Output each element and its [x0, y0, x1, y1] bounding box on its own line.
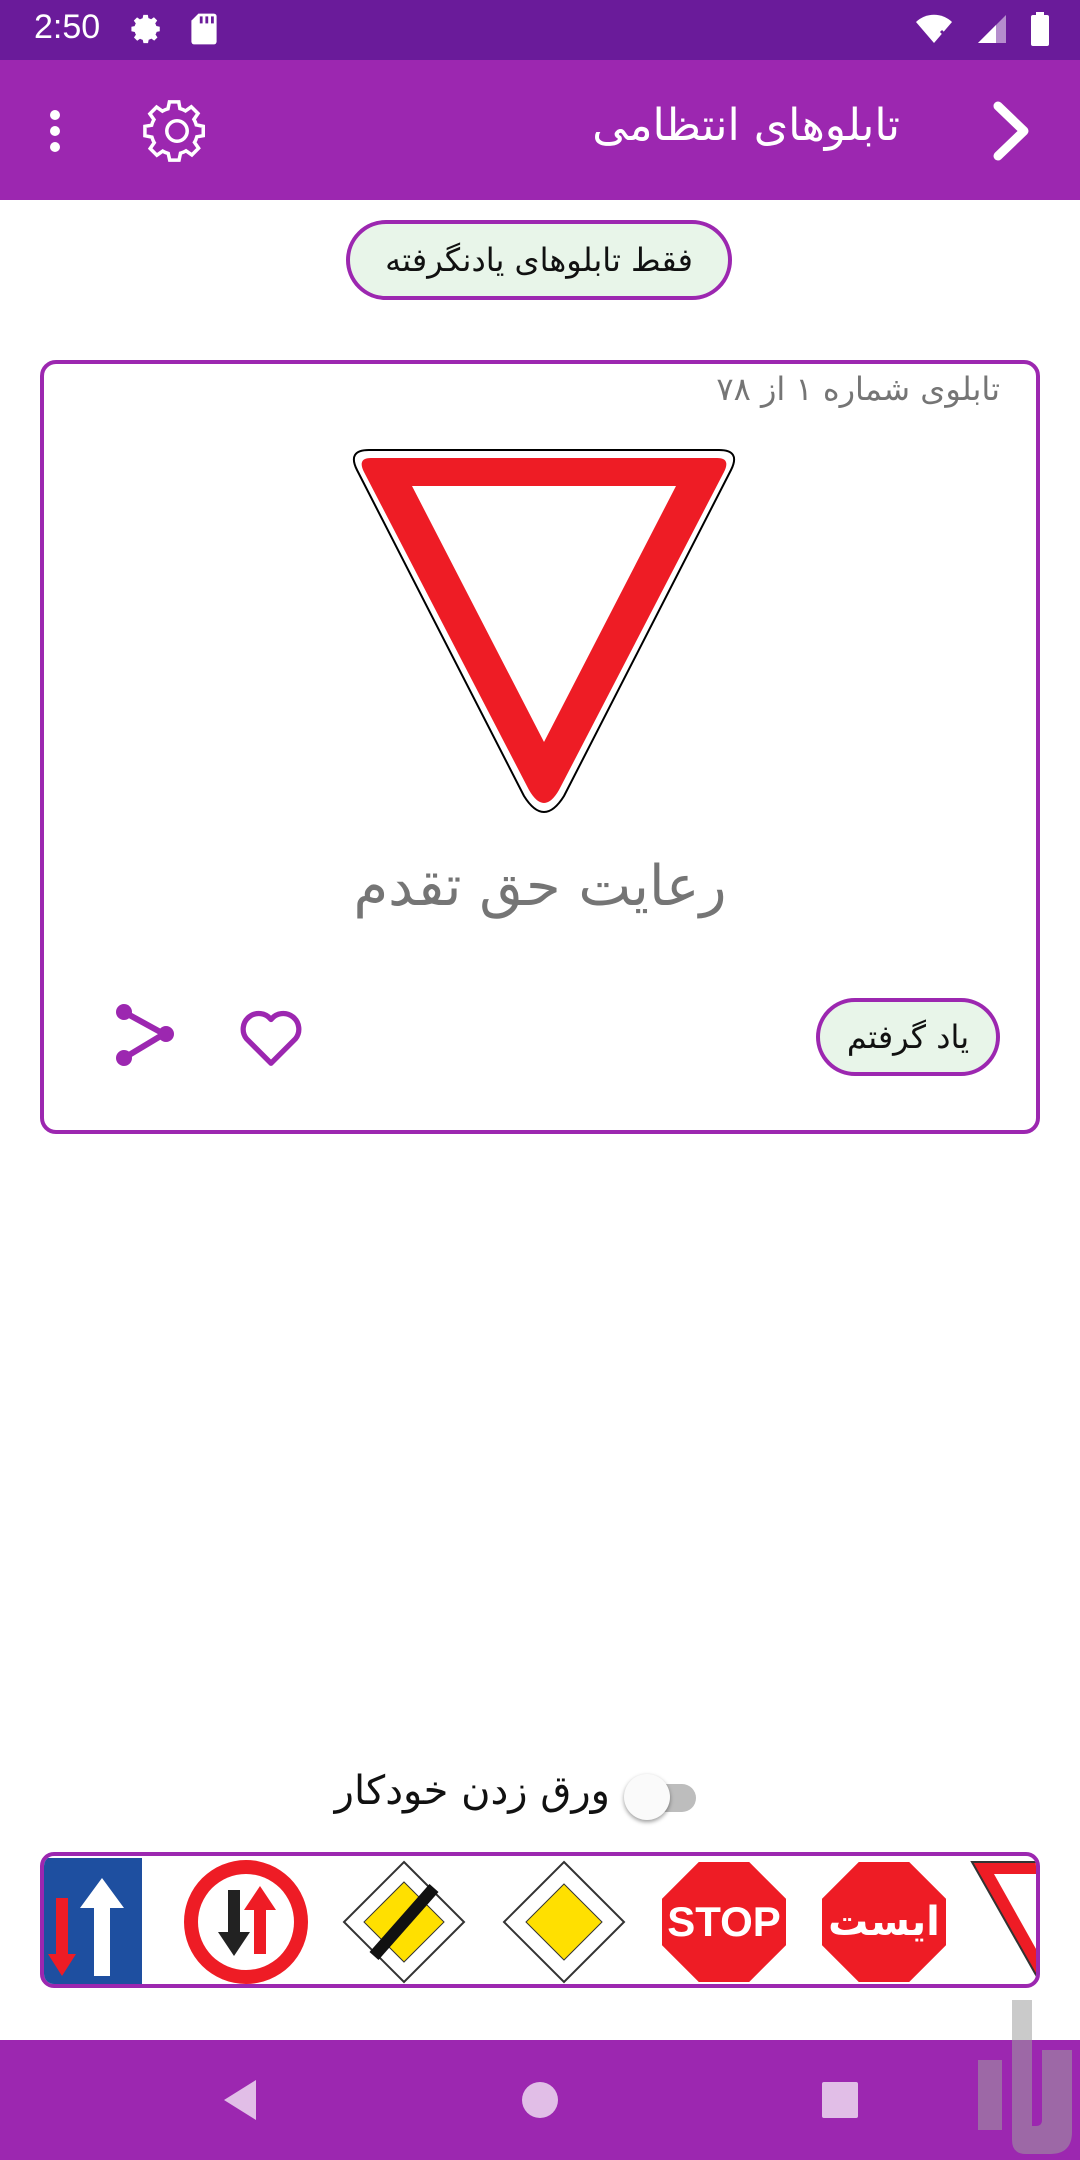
- status-bar: 2:50: [0, 0, 1080, 60]
- thumbnail-end-of-priority[interactable]: [330, 1858, 478, 1986]
- sign-counter: تابلوی شماره ۱ از ۷۸: [716, 370, 1000, 408]
- battery-icon: [1030, 12, 1050, 50]
- more-vert-icon[interactable]: [30, 96, 80, 166]
- sign-card: تابلوی شماره ۱ از ۷۸ رعایت حق تقدم یاد گ…: [40, 360, 1040, 1134]
- settings-icon[interactable]: [142, 96, 212, 166]
- signal-icon: [976, 13, 1008, 49]
- heart-icon[interactable]: [236, 1002, 306, 1072]
- yield-sign-image: [353, 449, 735, 813]
- share-icon[interactable]: [110, 1002, 180, 1072]
- learned-button[interactable]: یاد گرفتم: [816, 998, 1000, 1076]
- screen: 2:50 تابلوهای انتظامی فقط تابلوهای یادنگ…: [0, 0, 1080, 2160]
- switch-thumb: [624, 1774, 670, 1820]
- sd-card-icon: [190, 12, 218, 50]
- thumbnail-priority-road[interactable]: [490, 1858, 638, 1986]
- auto-flip-switch[interactable]: [624, 1774, 700, 1820]
- nav-recents-icon[interactable]: [810, 2070, 870, 2130]
- thumbnail-priority-oncoming[interactable]: [172, 1858, 320, 1986]
- nav-home-icon[interactable]: [510, 2070, 570, 2130]
- chevron-right-icon[interactable]: [974, 96, 1044, 166]
- auto-flip-row: ورق زدن خودکار: [0, 1764, 1080, 1828]
- thumbnail-yield[interactable]: [968, 1858, 1040, 1986]
- thumbnail-strip[interactable]: STOP ایست: [40, 1852, 1040, 1988]
- sign-name: رعایت حق تقدم: [353, 854, 727, 919]
- navigation-bar: [0, 2040, 1080, 2160]
- gear-icon: [130, 12, 164, 50]
- wifi-icon: [914, 13, 954, 49]
- unlearned-filter-button[interactable]: فقط تابلوهای یادنگرفته: [346, 220, 732, 300]
- thumbnail-one-way-priority[interactable]: [44, 1858, 192, 1986]
- page-title: تابلوهای انتظامی: [592, 100, 900, 151]
- auto-flip-label: ورق زدن خودکار: [334, 1768, 610, 1814]
- app-bar: تابلوهای انتظامی: [0, 60, 1080, 200]
- status-icons: [914, 12, 1050, 50]
- store-watermark-logo: [978, 2000, 1072, 2154]
- thumbnail-stop-text: STOP: [667, 1898, 781, 1945]
- thumbnail-stop-persian-text: ایست: [828, 1899, 940, 1945]
- nav-back-icon[interactable]: [210, 2070, 270, 2130]
- status-time: 2:50: [34, 8, 101, 46]
